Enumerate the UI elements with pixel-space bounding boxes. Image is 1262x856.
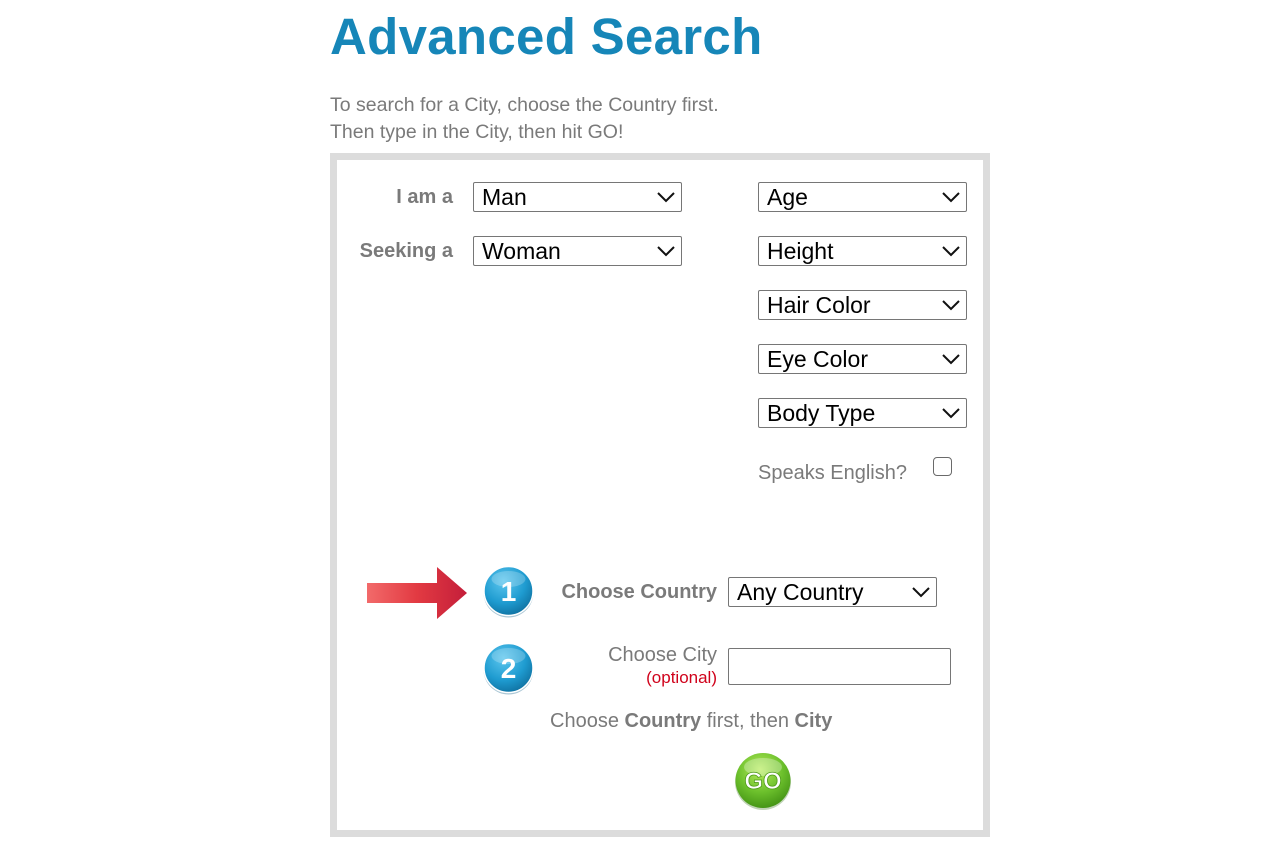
seeking-label: Seeking a [359, 240, 453, 262]
chevron-down-icon [936, 237, 966, 265]
age-value: Age [767, 183, 808, 210]
country-value: Any Country [737, 578, 864, 605]
step-2-number: 2 [501, 653, 517, 684]
seeking-value: Woman [482, 237, 561, 264]
hint-prefix: Choose [550, 710, 625, 732]
chevron-down-icon [651, 183, 681, 211]
i-am-label: I am a [396, 186, 453, 208]
body-type-select[interactable]: Body Type [758, 398, 967, 428]
body-type-value: Body Type [767, 399, 876, 426]
page-title: Advanced Search [330, 8, 763, 65]
chevron-down-icon [906, 578, 936, 606]
instruction-line-1: To search for a City, choose the Country… [330, 94, 719, 116]
hint-middle: first, then [701, 710, 795, 732]
country-select[interactable]: Any Country [728, 577, 937, 607]
instructions: To search for a City, choose the Country… [330, 92, 719, 145]
age-select[interactable]: Age [758, 182, 967, 212]
country-city-hint: Choose Country first, then City [550, 710, 832, 733]
hint-city: City [794, 710, 833, 732]
city-optional-label: (optional) [646, 668, 717, 687]
hair-color-select[interactable]: Hair Color [758, 290, 967, 320]
seeking-select[interactable]: Woman [473, 236, 682, 266]
chevron-down-icon [936, 291, 966, 319]
height-value: Height [767, 237, 834, 264]
go-label: GO [744, 768, 781, 795]
choose-country-label: Choose Country [561, 581, 717, 603]
chevron-down-icon [936, 183, 966, 211]
chevron-down-icon [936, 345, 966, 373]
arrow-right-icon [367, 567, 467, 619]
city-input[interactable] [728, 648, 951, 685]
hint-country: Country [624, 710, 702, 732]
instruction-line-2: Then type in the City, then hit GO! [330, 120, 624, 143]
speaks-english-label: Speaks English? [758, 462, 907, 484]
go-button[interactable]: GO [733, 751, 793, 811]
chevron-down-icon [651, 237, 681, 265]
hair-color-value: Hair Color [767, 291, 871, 318]
choose-city-label: Choose City [608, 644, 717, 666]
search-form-panel: I am a Man Seeking a Woman Age Height Ha… [330, 153, 990, 837]
eye-color-value: Eye Color [767, 345, 868, 372]
chevron-down-icon [936, 399, 966, 427]
height-select[interactable]: Height [758, 236, 967, 266]
step-1-number: 1 [501, 576, 517, 607]
eye-color-select[interactable]: Eye Color [758, 344, 967, 374]
i-am-value: Man [482, 183, 527, 210]
i-am-select[interactable]: Man [473, 182, 682, 212]
speaks-english-checkbox[interactable] [933, 457, 952, 476]
